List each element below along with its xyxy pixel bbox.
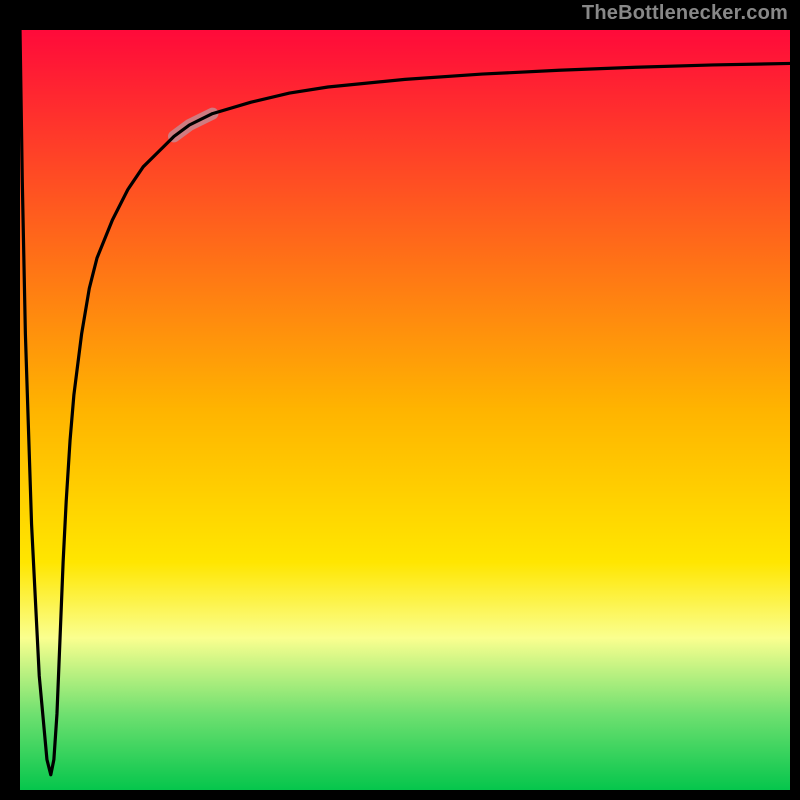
bottleneck-chart bbox=[0, 0, 800, 800]
plot-background bbox=[20, 30, 790, 790]
chart-container: TheBottlenecker.com bbox=[0, 0, 800, 800]
attribution-label: TheBottlenecker.com bbox=[582, 2, 788, 25]
